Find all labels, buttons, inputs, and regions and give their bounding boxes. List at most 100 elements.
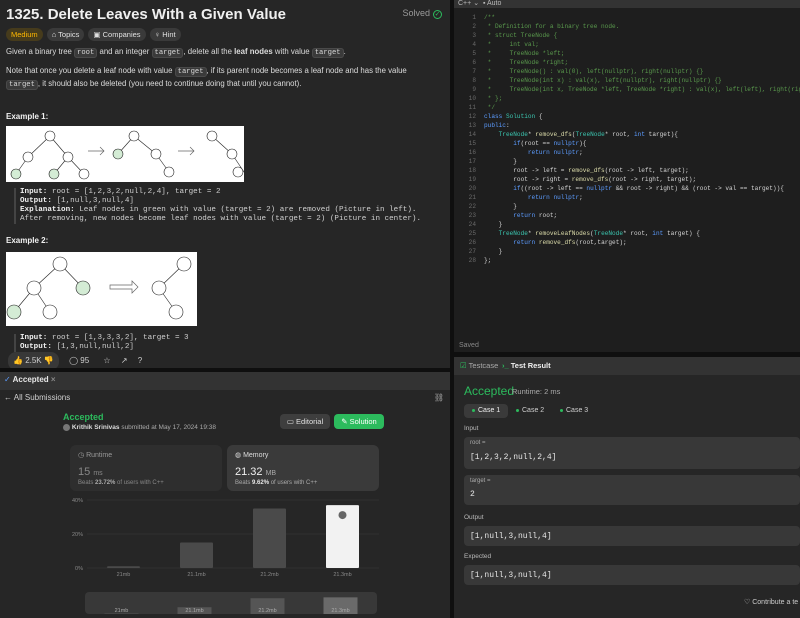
- output-box[interactable]: [1,null,3,null,4]: [464, 526, 800, 546]
- line-number: 5: [472, 50, 476, 57]
- contribute-link[interactable]: ♡ Contribute a te: [744, 598, 798, 606]
- code-token: (root,target);: [575, 239, 627, 246]
- code-line[interactable]: 4 * int val;: [454, 40, 800, 49]
- checkbox-icon: ☑: [460, 361, 469, 370]
- action-bar: 👍 2.5K 👎 ◯ 95 ☆ ↗ ?: [0, 352, 450, 368]
- code-token: target) {: [663, 230, 700, 237]
- star-icon[interactable]: ☆: [103, 356, 110, 365]
- editorial-button[interactable]: ▭ Editorial: [280, 414, 330, 429]
- code-line[interactable]: 5 * TreeNode *left;: [454, 49, 800, 58]
- tab-test-result[interactable]: ›_ Test Result: [502, 361, 551, 370]
- case-3-tab[interactable]: Case 3: [552, 404, 596, 418]
- case-2-tab[interactable]: Case 2: [508, 404, 552, 418]
- close-icon[interactable]: ×: [51, 375, 56, 384]
- back-arrow-icon[interactable]: ←: [4, 393, 14, 402]
- language-selector[interactable]: C++: [458, 0, 471, 7]
- code-token: * struct TreeNode {: [484, 32, 558, 39]
- code-line[interactable]: 18 root -> left = remove_dfs(root -> lef…: [454, 166, 800, 175]
- code-line[interactable]: 11 */: [454, 103, 800, 112]
- tab-testcase[interactable]: ☑ Testcase: [460, 361, 498, 370]
- line-number: 1: [472, 14, 476, 21]
- mini-chart: 21mb 21.1mb 21.2mb 21.3mb: [104, 597, 358, 614]
- pass-dot-icon: [472, 408, 475, 412]
- code-line[interactable]: 16 return nullptr;: [454, 148, 800, 157]
- code-token: && root -> right) && (root -> val == tar…: [612, 185, 784, 192]
- code-line[interactable]: 12 class Solution {: [454, 112, 800, 121]
- code-line[interactable]: 24 }: [454, 220, 800, 229]
- test-runtime: Runtime: 2 ms: [512, 387, 561, 396]
- output-value: [1,null,3,null,4]: [470, 532, 552, 541]
- expected-label: Expected: [464, 553, 492, 560]
- output-label: Output: [464, 514, 484, 521]
- code-line[interactable]: 27 }: [454, 247, 800, 256]
- chart-range-slider[interactable]: 21mb 21.1mb 21.2mb 21.3mb: [85, 592, 377, 614]
- code-line[interactable]: 14 TreeNode* remove_dfs(TreeNode* root, …: [454, 130, 800, 139]
- mode-label[interactable]: ▪ Auto: [483, 0, 501, 7]
- y-tick-label: 40%: [72, 498, 83, 504]
- code-line[interactable]: 21 return nullptr;: [454, 193, 800, 202]
- line-number: 11: [468, 104, 476, 111]
- tab-accepted[interactable]: ✓ Accepted ×: [4, 375, 56, 384]
- code-line[interactable]: 9 * TreeNode(int x, TreeNode *left, Tree…: [454, 85, 800, 94]
- line-number: 21: [468, 194, 476, 201]
- code-line[interactable]: 26 return remove_dfs(root,target);: [454, 238, 800, 247]
- bar-21.2mb: [253, 508, 286, 568]
- code-line[interactable]: 22 }: [454, 202, 800, 211]
- chevron-down-icon: ⌄: [473, 0, 480, 7]
- code-line[interactable]: 25 TreeNode* removeLeafNodes(TreeNode* r…: [454, 229, 800, 238]
- problem-title[interactable]: 1325. Delete Leaves With a Given Value: [6, 6, 286, 23]
- link-icon[interactable]: ⛓: [434, 391, 444, 405]
- all-submissions-link[interactable]: All Submissions: [14, 393, 70, 402]
- code-line[interactable]: 10 * };: [454, 94, 800, 103]
- code-token: Solution: [505, 113, 536, 120]
- line-number: 23: [468, 212, 476, 219]
- code-line[interactable]: 3 * struct TreeNode {: [454, 31, 800, 40]
- submission-author: Krithik Srinivas submitted at May 17, 20…: [63, 424, 216, 431]
- hint-chip[interactable]: ♀ Hint: [149, 28, 181, 41]
- code-token: (root -> right, target);: [608, 176, 697, 183]
- accepted-icon: ✓: [4, 375, 13, 384]
- code-line[interactable]: 1 /**: [454, 13, 800, 22]
- code-line[interactable]: 6 * TreeNode *right;: [454, 58, 800, 67]
- memory-distribution-chart: 40% 20% 0% 21mb 21.1mb 21.2mb 21.3mb: [72, 498, 379, 578]
- topics-chip[interactable]: ⌂ Topics: [46, 28, 85, 41]
- code-token: };: [484, 257, 492, 264]
- case-1-tab[interactable]: Case 1: [464, 404, 509, 418]
- code-editor[interactable]: C++ ⌄ ▪ Auto 1/** 2 * Definition for a bi…: [454, 0, 800, 352]
- line-number: 20: [468, 185, 476, 192]
- code-line[interactable]: 15 if(root == nullptr){: [454, 139, 800, 148]
- code-line[interactable]: 20 if((root -> left == nullptr && root -…: [454, 184, 800, 193]
- code-line[interactable]: 17 }: [454, 157, 800, 166]
- companies-chip[interactable]: ▣ Companies: [88, 28, 146, 41]
- code-line[interactable]: 8 * TreeNode(int x) : val(x), left(nullp…: [454, 76, 800, 85]
- share-icon[interactable]: ↗: [121, 356, 128, 365]
- input-target-box[interactable]: target = 2: [464, 475, 800, 505]
- line-number: 2: [472, 23, 476, 30]
- pass-dot-icon: [560, 408, 563, 412]
- like-button[interactable]: 👍 2.5K 👎: [8, 352, 59, 368]
- input-root-box[interactable]: root = [1,2,3,2,null,2,4]: [464, 437, 800, 469]
- code-token: return: [513, 239, 536, 246]
- code-token: * };: [484, 95, 503, 102]
- code-token: if: [513, 140, 521, 147]
- code-token: ){: [579, 140, 587, 147]
- code-line[interactable]: 2 * Definition for a binary tree node.: [454, 22, 800, 31]
- code-line[interactable]: 28};: [454, 256, 800, 265]
- help-icon[interactable]: ?: [138, 356, 142, 365]
- code-token: {: [535, 113, 543, 120]
- expected-box[interactable]: [1,null,3,null,4]: [464, 565, 800, 585]
- code-token: int: [652, 230, 664, 237]
- code-line[interactable]: 23 return root;: [454, 211, 800, 220]
- solution-button[interactable]: ✎ Solution: [334, 414, 384, 429]
- y-tick-label: 20%: [72, 532, 83, 538]
- runtime-card[interactable]: ◷ Runtime 15 ms Beats 23.72% of users wi…: [70, 445, 222, 491]
- description-panel: 1325. Delete Leaves With a Given Value S…: [0, 0, 450, 368]
- memory-card[interactable]: ◍ Memory 21.32 MB Beats 9.62% of users w…: [227, 445, 379, 491]
- y-tick-label: 0%: [75, 566, 83, 572]
- code-line[interactable]: 19 root -> right = remove_dfs(root -> ri…: [454, 175, 800, 184]
- code-line[interactable]: 13 public:: [454, 121, 800, 130]
- code-token: root;: [535, 212, 558, 219]
- code-line[interactable]: 7 * TreeNode() : val(0), left(nullptr), …: [454, 67, 800, 76]
- code-token: * Definition for a binary tree node.: [484, 23, 620, 30]
- comments-button[interactable]: ◯ 95: [69, 356, 89, 365]
